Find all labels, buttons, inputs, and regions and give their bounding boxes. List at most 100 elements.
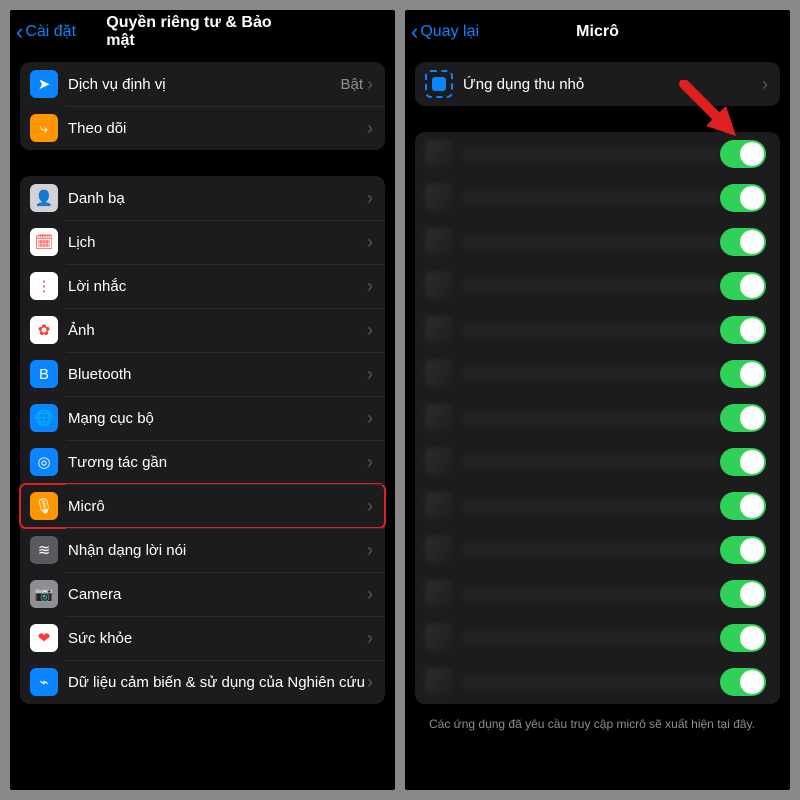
chevron-right-icon: ›	[367, 232, 373, 253]
chevron-right-icon: ›	[367, 628, 373, 649]
app-name	[463, 323, 720, 337]
permission-toggle[interactable]	[720, 316, 766, 344]
app-icon	[425, 316, 453, 344]
settings-row[interactable]: 🗓 Lịch›	[20, 220, 385, 264]
app-permission-row[interactable]	[415, 440, 780, 484]
app-permission-row[interactable]	[415, 572, 780, 616]
permission-toggle[interactable]	[720, 580, 766, 608]
app-icon	[425, 360, 453, 388]
settings-group-privacy: 👤Danh bạ›🗓Lịch›⋮Lời nhắc›✿Ảnh›BBluetooth…	[20, 176, 385, 704]
settings-row[interactable]: 👤Danh bạ›	[20, 176, 385, 220]
chevron-right-icon: ›	[762, 74, 768, 95]
permission-toggle[interactable]	[720, 404, 766, 432]
app-permission-row[interactable]	[415, 176, 780, 220]
photos-icon: ✿	[30, 316, 58, 344]
row-label: Nhận dạng lời nói	[68, 542, 367, 559]
row-label: Bluetooth	[68, 366, 367, 383]
permission-toggle[interactable]	[720, 140, 766, 168]
settings-row[interactable]: ❤ Sức khỏe›	[20, 616, 385, 660]
app-permission-row[interactable]	[415, 352, 780, 396]
settings-row[interactable]: 🎙Micrô›	[20, 484, 385, 528]
row-label: Micrô	[68, 498, 367, 515]
app-permission-row[interactable]	[415, 132, 780, 176]
settings-group-location: ➤Dịch vụ định vịBật›⤷Theo dõi›	[20, 62, 385, 150]
chevron-right-icon: ›	[367, 408, 373, 429]
app-icon	[425, 492, 453, 520]
health-icon: ❤	[30, 624, 58, 652]
pip-icon	[425, 70, 453, 98]
app-icon	[425, 624, 453, 652]
row-label: Camera	[68, 586, 367, 603]
app-name	[463, 367, 720, 381]
settings-row[interactable]: B Bluetooth›	[20, 352, 385, 396]
speech-icon: ≋	[30, 536, 58, 564]
permission-toggle[interactable]	[720, 536, 766, 564]
calendar-icon: 🗓	[30, 228, 58, 256]
chevron-right-icon: ›	[367, 74, 373, 95]
app-name	[463, 279, 720, 293]
chevron-right-icon: ›	[367, 496, 373, 517]
contacts-icon: 👤	[30, 184, 58, 212]
back-label: Quay lại	[420, 23, 479, 41]
bluetooth-icon: B	[30, 360, 58, 388]
permission-toggle[interactable]	[720, 624, 766, 652]
app-permission-row[interactable]	[415, 264, 780, 308]
page-title: Quyền riêng tư & Bảo mật	[106, 14, 299, 50]
microphone-settings-screen: ‹ Quay lại Micrô Ứng dụng thu nhỏ › Các …	[405, 10, 790, 790]
app-permission-row[interactable]	[415, 616, 780, 660]
back-button[interactable]: ‹ Quay lại	[411, 21, 479, 43]
chevron-right-icon: ›	[367, 364, 373, 385]
local-network-icon: 🌐	[30, 404, 58, 432]
location-icon: ➤	[30, 70, 58, 98]
app-icon	[425, 140, 453, 168]
settings-row[interactable]: ≋Nhận dạng lời nói›	[20, 528, 385, 572]
permission-toggle[interactable]	[720, 360, 766, 388]
row-label: Danh bạ	[68, 190, 367, 207]
app-name	[463, 191, 720, 205]
footer-note: Các ứng dụng đã yêu cầu truy cập micrô s…	[415, 710, 780, 732]
permission-toggle[interactable]	[720, 448, 766, 476]
app-permission-row[interactable]	[415, 484, 780, 528]
chevron-right-icon: ›	[367, 320, 373, 341]
row-value: Bật	[340, 76, 363, 93]
microphone-content: Ứng dụng thu nhỏ › Các ứng dụng đã yêu c…	[405, 54, 790, 790]
permission-toggle[interactable]	[720, 184, 766, 212]
app-permission-row[interactable]	[415, 220, 780, 264]
tracking-icon: ⤷	[30, 114, 58, 142]
chevron-left-icon: ‹	[411, 21, 418, 43]
page-title: Micrô	[576, 23, 619, 41]
chevron-right-icon: ›	[367, 276, 373, 297]
app-toggles-group	[415, 132, 780, 704]
settings-row[interactable]: ➤ Dịch vụ định vịBật›	[20, 62, 385, 106]
camera-icon: 📷	[30, 580, 58, 608]
row-label: Dịch vụ định vị	[68, 76, 340, 93]
settings-row[interactable]: ◎Tương tác gần›	[20, 440, 385, 484]
app-icon	[425, 448, 453, 476]
chevron-right-icon: ›	[367, 118, 373, 139]
row-label: Lời nhắc	[68, 278, 367, 295]
app-permission-row[interactable]	[415, 308, 780, 352]
settings-row[interactable]: 📷Camera›	[20, 572, 385, 616]
permission-toggle[interactable]	[720, 228, 766, 256]
pip-label: Ứng dụng thu nhỏ	[463, 76, 762, 93]
app-permission-row[interactable]	[415, 396, 780, 440]
settings-row[interactable]: ⋮ Lời nhắc›	[20, 264, 385, 308]
row-label: Lịch	[68, 234, 367, 251]
row-label: Sức khỏe	[68, 630, 367, 647]
permission-toggle[interactable]	[720, 492, 766, 520]
back-button[interactable]: ‹ Cài đặt	[16, 21, 76, 43]
settings-row[interactable]: ⌁Dữ liệu cảm biến & sử dụng của Nghiên c…	[20, 660, 385, 704]
app-permission-row[interactable]	[415, 528, 780, 572]
permission-toggle[interactable]	[720, 272, 766, 300]
settings-row[interactable]: ⤷Theo dõi›	[20, 106, 385, 150]
app-name	[463, 499, 720, 513]
reminders-icon: ⋮	[30, 272, 58, 300]
pip-row[interactable]: Ứng dụng thu nhỏ ›	[415, 62, 780, 106]
settings-row[interactable]: ✿Ảnh›	[20, 308, 385, 352]
navbar: ‹ Quay lại Micrô	[405, 10, 790, 54]
navbar: ‹ Cài đặt Quyền riêng tư & Bảo mật	[10, 10, 395, 54]
privacy-settings-screen: ‹ Cài đặt Quyền riêng tư & Bảo mật ➤ Dịch…	[10, 10, 395, 790]
app-permission-row[interactable]	[415, 660, 780, 704]
permission-toggle[interactable]	[720, 668, 766, 696]
settings-row[interactable]: 🌐Mạng cục bộ›	[20, 396, 385, 440]
